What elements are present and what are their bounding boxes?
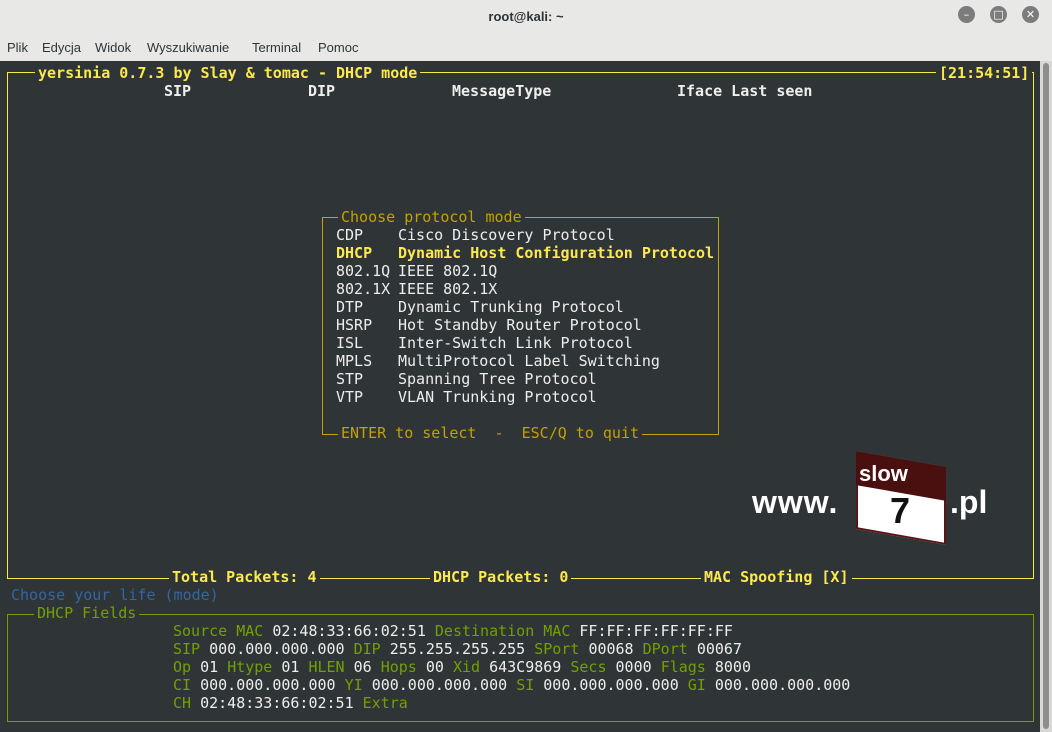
watermark-badge-top-text: slow [859, 461, 908, 486]
menu-item-wyszukiwanie[interactable]: Wyszukiwanie [147, 40, 229, 55]
field-label-gi: GI [687, 676, 706, 694]
column-message-type: MessageType [452, 82, 552, 100]
mac-spoofing: MAC Spoofing [X] [701, 568, 852, 586]
field-label-sport: SPort [534, 640, 580, 658]
field-value-flags[interactable]: 8000 [715, 658, 751, 676]
watermark-badge-number: 7 [890, 490, 911, 531]
protocol-code-8021q[interactable]: 802.1Q [336, 262, 390, 280]
field-label-hlen: HLEN [308, 658, 345, 676]
clock: [21:54:51] [936, 64, 1033, 82]
protocol-code-hsrp[interactable]: HSRP [336, 316, 372, 334]
field-label-dip: DIP [353, 640, 381, 658]
field-row-3: Op 01 Htype 01 HLEN 06 Hops 00 Xid 643C9… [173, 658, 751, 676]
column-iface-last-seen: Iface Last seen [677, 82, 813, 100]
field-value-dport[interactable]: 00067 [697, 640, 742, 658]
field-label-secs: Secs [570, 658, 607, 676]
protocol-code-dtp[interactable]: DTP [336, 298, 363, 316]
protocol-name-isl[interactable]: Inter-Switch Link Protocol [398, 334, 633, 352]
field-label-ch: CH [173, 694, 192, 712]
window-title: root@kali: ~ [488, 9, 564, 24]
protocol-name-8021q[interactable]: IEEE 802.1Q [398, 262, 497, 280]
protocol-name-dtp[interactable]: Dynamic Trunking Protocol [398, 298, 624, 316]
close-icon[interactable]: ✕ [1022, 6, 1039, 23]
field-label-op: Op [173, 658, 192, 676]
protocol-code-stp[interactable]: STP [336, 370, 363, 388]
field-label-flags: Flags [660, 658, 706, 676]
field-value-op[interactable]: 01 [200, 658, 218, 676]
watermark-suffix: .pl [950, 484, 988, 520]
minimize-icon[interactable]: – [958, 6, 975, 23]
menu-item-widok[interactable]: Widok [95, 40, 131, 55]
field-row-1: Source MAC 02:48:33:66:02:51 Destination… [173, 622, 733, 640]
terminal-scrollbar[interactable] [1040, 61, 1052, 732]
dhcp-packets: DHCP Packets: 0 [430, 568, 572, 586]
field-label-htype: Htype [227, 658, 273, 676]
menu-item-pomoc[interactable]: Pomoc [318, 40, 358, 55]
protocol-code-mpls[interactable]: MPLS [336, 352, 372, 370]
field-label-source-mac: Source MAC [173, 622, 264, 640]
protocol-code-8021x[interactable]: 802.1X [336, 280, 390, 298]
dialog-title: Choose protocol mode [338, 208, 525, 226]
field-label-si: SI [516, 676, 535, 694]
dialog-footer: ENTER to select - ESC/Q to quit [338, 424, 643, 442]
field-value-yi[interactable]: 000.000.000.000 [372, 676, 507, 694]
field-value-ch[interactable]: 02:48:33:66:02:51 [200, 694, 354, 712]
field-value-secs[interactable]: 0000 [616, 658, 652, 676]
field-value-source-mac[interactable]: 02:48:33:66:02:51 [272, 622, 426, 640]
protocol-code-isl[interactable]: ISL [336, 334, 363, 352]
watermark-logo: www. slow 7 .pl [752, 451, 1002, 545]
terminal-area[interactable]: yersinia 0.7.3 by Slay & tomac - DHCP mo… [0, 61, 1040, 732]
protocol-name-vtp[interactable]: VLAN Trunking Protocol [398, 388, 597, 406]
field-value-destination-mac[interactable]: FF:FF:FF:FF:FF:FF [579, 622, 733, 640]
column-sip: SIP [164, 82, 192, 100]
field-label-yi: YI [344, 676, 363, 694]
protocol-code-cdp[interactable]: CDP [336, 226, 363, 244]
protocol-name-cdp[interactable]: Cisco Discovery Protocol [398, 226, 615, 244]
protocol-name-dhcp[interactable]: Dynamic Host Configuration Protocol [398, 244, 714, 262]
field-value-xid[interactable]: 643C9869 [489, 658, 561, 676]
protocol-code-dhcp[interactable]: DHCP [336, 244, 372, 262]
total-packets: Total Packets: 4 [169, 568, 320, 586]
field-value-ci[interactable]: 000.000.000.000 [200, 676, 335, 694]
field-value-gi[interactable]: 000.000.000.000 [715, 676, 850, 694]
menu-item-edycja[interactable]: Edycja [42, 40, 81, 55]
menu-item-plik[interactable]: Plik [7, 40, 28, 55]
field-label-destination-mac: Destination MAC [434, 622, 571, 640]
scrollbar-thumb[interactable] [1043, 63, 1049, 729]
mode-prompt: Choose your life (mode) [11, 586, 219, 604]
field-value-sport[interactable]: 00068 [588, 640, 633, 658]
field-value-sip[interactable]: 000.000.000.000 [209, 640, 344, 658]
field-label-ci: CI [173, 676, 192, 694]
window-titlebar: root@kali: ~ – □ ✕ [0, 0, 1052, 34]
column-dip: DIP [308, 82, 336, 100]
watermark-prefix: www. [752, 484, 839, 520]
field-row-4: CI 000.000.000.000 YI 000.000.000.000 SI… [173, 676, 850, 694]
field-label-hops: Hops [380, 658, 417, 676]
field-label-xid: Xid [452, 658, 481, 676]
dhcp-fields-title: DHCP Fields [34, 604, 140, 622]
field-value-dip[interactable]: 255.255.255.255 [390, 640, 525, 658]
field-row-5: CH 02:48:33:66:02:51 Extra [173, 694, 408, 712]
field-label-extra[interactable]: Extra [363, 694, 408, 712]
menu-bar: Plik Edycja Widok Wyszukiwanie Terminal … [0, 38, 1052, 60]
field-value-hlen[interactable]: 06 [354, 658, 372, 676]
protocol-name-hsrp[interactable]: Hot Standby Router Protocol [398, 316, 642, 334]
protocol-name-stp[interactable]: Spanning Tree Protocol [398, 370, 597, 388]
protocol-code-vtp[interactable]: VTP [336, 388, 363, 406]
field-value-htype[interactable]: 01 [281, 658, 299, 676]
menu-item-terminal[interactable]: Terminal [252, 40, 301, 55]
protocol-name-8021x[interactable]: IEEE 802.1X [398, 280, 497, 298]
app-header-title: yersinia 0.7.3 by Slay & tomac - DHCP mo… [35, 64, 421, 82]
field-value-si[interactable]: 000.000.000.000 [543, 676, 678, 694]
field-label-sip: SIP [173, 640, 201, 658]
field-row-2: SIP 000.000.000.000 DIP 255.255.255.255 … [173, 640, 742, 658]
field-value-hops[interactable]: 00 [426, 658, 444, 676]
field-label-dport: DPort [642, 640, 688, 658]
protocol-name-mpls[interactable]: MultiProtocol Label Switching [398, 352, 660, 370]
maximize-icon[interactable]: □ [990, 6, 1007, 23]
